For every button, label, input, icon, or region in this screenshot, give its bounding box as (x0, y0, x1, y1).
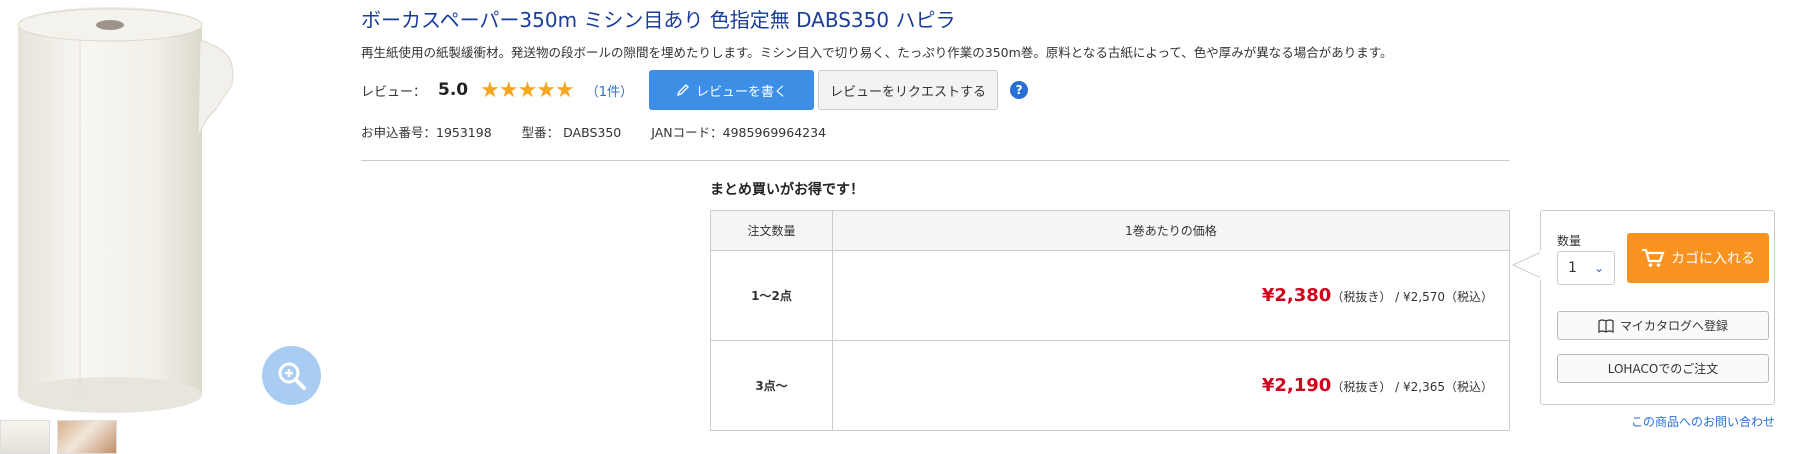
star-rating: ★★★★★ (480, 77, 575, 103)
header-unit-price: 1巻あたりの価格 (832, 210, 1510, 251)
add-to-cart-label: カゴに入れる (1671, 251, 1755, 267)
add-to-cart-button[interactable]: カゴに入れる (1627, 233, 1769, 283)
product-meta: お申込番号：1953198 型番： DABS350 JANコード：498596996… (361, 122, 826, 141)
write-review-label: レビューを書く (696, 84, 788, 100)
lohaco-order-button[interactable]: LOHACOでのご注文 (1557, 354, 1769, 383)
zoom-button[interactable] (262, 346, 321, 405)
request-review-label: レビューをリクエストする (830, 84, 987, 100)
order-number: お申込番号：1953198 (361, 125, 492, 140)
zoom-icon (278, 362, 306, 390)
book-icon (1598, 318, 1614, 333)
table-header-row: 注文数量 1巻あたりの価格 (710, 210, 1510, 251)
price-incl-tax: / ¥2,570（税込） (1391, 290, 1493, 304)
quantity-label: 数量 (1557, 234, 1582, 248)
cart-box-pointer (1511, 250, 1541, 280)
help-icon[interactable]: ? (1010, 81, 1029, 99)
price-excl-tax: ¥2,190 (1261, 375, 1332, 396)
row-quantity: 3点～ (710, 340, 833, 431)
table-row: 3点～ ¥2,190（税抜き） / ¥2,365（税込） (710, 340, 1510, 431)
price-excl-tax: ¥2,380 (1261, 285, 1332, 306)
chevron-down-icon: ⌄ (1593, 261, 1604, 275)
row-price: ¥2,380（税抜き） / ¥2,570（税込） (832, 250, 1510, 341)
row-quantity: 1～2点 (710, 250, 833, 341)
add-to-catalog-button[interactable]: マイカタログへ登録 (1557, 311, 1769, 340)
jan-code: JANコード：4985969964234 (651, 125, 827, 140)
add-to-catalog-label: マイカタログへ登録 (1619, 319, 1728, 333)
request-review-button[interactable]: レビューをリクエストする (818, 70, 999, 110)
thumbnail-2[interactable] (57, 420, 117, 454)
quantity-select[interactable]: 1 ⌄ (1557, 251, 1615, 285)
model-number: 型番： DABS350 (521, 125, 622, 140)
product-description: 再生紙使用の紙製緩衝材。発送物の段ボールの隙間を埋めたりします。ミシン目入で切り… (361, 45, 1393, 60)
review-count-link[interactable]: （1件） (586, 81, 633, 100)
review-row: レビュー： 5.0 ★★★★★ （1件） レビューを書く レビューをリクエストす… (361, 70, 1029, 110)
tax-excl-label: （税抜き） (1331, 380, 1392, 394)
row-price: ¥2,190（税抜き） / ¥2,365（税込） (832, 340, 1510, 431)
quantity-value: 1 (1568, 260, 1577, 276)
divider (361, 160, 1510, 161)
review-score: 5.0 (438, 80, 469, 100)
thumbnail-1[interactable] (0, 420, 50, 454)
price-incl-tax: / ¥2,365（税込） (1391, 380, 1493, 394)
write-review-button[interactable]: レビューを書く (649, 70, 815, 110)
product-image-area (0, 0, 330, 454)
bulk-price-table: 注文数量 1巻あたりの価格 1～2点 ¥2,380（税抜き） / ¥2,570（… (710, 210, 1510, 431)
pencil-icon (676, 84, 690, 97)
cart-icon (1642, 248, 1665, 267)
product-inquiry-link[interactable]: この商品へのお問い合わせ (1631, 413, 1775, 430)
header-quantity: 注文数量 (710, 210, 833, 251)
tax-excl-label: （税抜き） (1331, 290, 1392, 304)
product-title: ボーカスペーパー350m ミシン目あり 色指定無 DABS350 ハピラ (361, 8, 956, 32)
table-row: 1～2点 ¥2,380（税抜き） / ¥2,570（税込） (710, 250, 1510, 341)
lohaco-order-label: LOHACOでのご注文 (1607, 362, 1719, 376)
review-label: レビュー： (361, 84, 427, 100)
bulk-discount-title: まとめ買いがお得です！ (710, 182, 864, 198)
